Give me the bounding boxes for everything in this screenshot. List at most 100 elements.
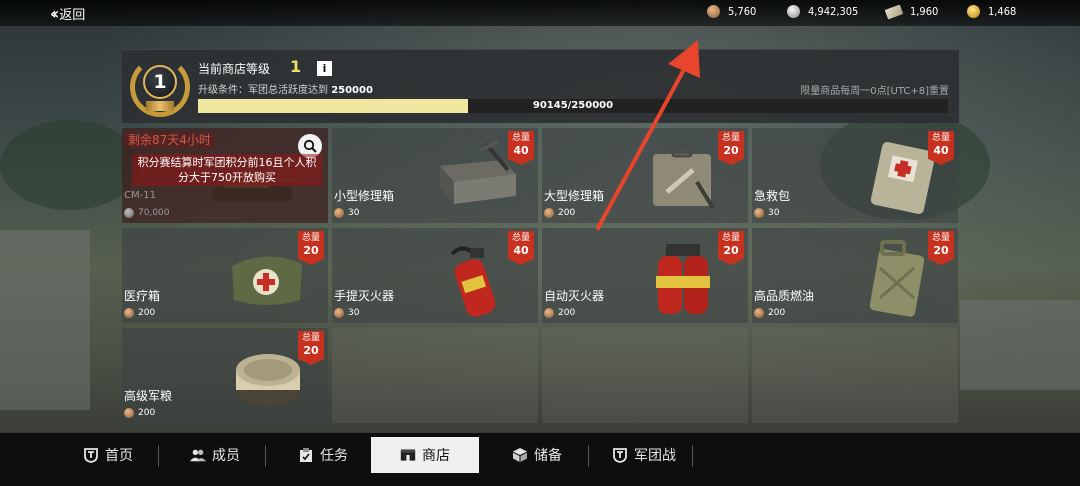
item-price: 200 [124,408,155,418]
nav-divider [588,445,589,467]
item-name: 医疗箱 [124,289,161,303]
upgrade-condition-value: 250000 [331,85,373,96]
banknote-icon [884,4,904,19]
nav-divider [692,445,693,467]
item-price-value: 200 [768,308,786,318]
nav-home[interactable]: 首页 [68,437,148,473]
bronze-coin-icon [754,208,764,218]
shop-item-premium-fuel[interactable]: 总量 20 高品质燃油 200 [752,228,958,323]
shop-item-grid: 剩余87天4小时 积分赛结算时军团积分前16且个人积分大于750开放购买 CM-… [122,128,959,423]
unlock-requirement-message: 积分赛结算时军团积分前16且个人积分大于750开放购买 [132,154,322,186]
shop-level-title: 当前商店等级 [198,62,271,76]
silver-coin-icon [787,5,800,18]
shop-item-large-repair-box[interactable]: 总量 20 大型修理箱 200 [542,128,748,223]
back-button[interactable]: ‹‹ 返回 [50,4,85,23]
shop-level-value: 1 [290,57,302,76]
background-house [960,300,1080,390]
rank-medal-icon: 1 [130,57,190,119]
item-name: 手提灭火器 [334,289,395,303]
bronze-currency: 5,760 [707,5,756,18]
tank-price: 70,000 [124,208,170,218]
box-icon [512,447,528,463]
ribbon-icon [146,101,174,111]
back-label: 返回 [59,8,86,23]
shop-item-small-repair-box[interactable]: 总量 40 小型修理箱 30 [332,128,538,223]
gold-currency-value: 1,468 [988,5,1017,18]
item-price: 200 [124,308,155,318]
nav-members[interactable]: 成员 [175,437,255,473]
home-shield-icon [83,447,99,463]
bronze-coin-icon [124,408,134,418]
limit-badge-label: 总量 [301,233,320,243]
silver-currency-value: 4,942,305 [808,5,859,18]
tank-name: CM-11 [124,190,156,201]
upgrade-condition-label: 升级条件：军团总活跃度达到 [198,85,328,96]
activity-progress-bar: 90145/250000 [198,99,948,113]
nav-tasks-label: 任务 [320,448,348,464]
bronze-coin-icon [124,308,134,318]
top-bar: ‹‹ 返回 5,760 4,942,305 1,960 1,468 [0,0,1080,26]
nav-shop[interactable]: 商店 [371,437,479,473]
limit-badge-label: 总量 [511,233,530,243]
limit-badge: 总量 40 [508,231,534,265]
nav-tasks[interactable]: 任务 [283,437,363,473]
countdown-timer: 剩余87天4小时 [124,133,215,148]
item-price-value: 200 [558,308,576,318]
item-price: 30 [334,208,359,218]
suitcase-icon [653,144,715,210]
medical-bag-icon [232,256,302,305]
item-price-value: 30 [348,208,360,218]
nav-shop-label: 商店 [422,448,450,464]
limit-badge-count: 40 [513,144,529,157]
nav-divider [265,445,266,467]
item-price-value: 200 [558,208,576,218]
silver-currency: 4,942,305 [787,5,858,18]
item-price-value: 200 [138,308,156,318]
shop-item-auto-extinguisher[interactable]: 总量 20 自动灭火器 200 [542,228,748,323]
shop-item-hand-extinguisher[interactable]: 总量 40 手提灭火器 30 [332,228,538,323]
shop-item-premium-ration[interactable]: 总量 20 高级军粮 200 [122,328,328,423]
limit-badge-count: 20 [933,244,949,257]
nav-legion-war[interactable]: 军团战 [604,437,684,473]
limit-badge: 总量 40 [508,131,534,165]
item-name: 急救包 [754,189,791,203]
limit-badge: 总量 40 [928,131,954,165]
gold-coin-icon [967,5,980,18]
nav-home-label: 首页 [105,448,133,464]
nav-reserve-label: 储备 [534,448,562,464]
item-price: 200 [544,308,575,318]
limit-badge-count: 40 [933,144,949,157]
empty-slot [332,328,538,423]
background-house [0,230,90,410]
limit-badge: 总量 20 [718,231,744,265]
legion-shield-icon [612,447,628,463]
limit-badge-count: 40 [513,244,529,257]
jerrycan-icon [869,240,925,317]
locked-tank-item[interactable]: 剩余87天4小时 积分赛结算时军团积分前16且个人积分大于750开放购买 CM-… [122,128,328,223]
limit-badge-label: 总量 [931,233,950,243]
bronze-coin-icon [544,208,554,218]
item-price: 200 [754,308,785,318]
bottom-navigation: 首页 成员 任务 商店 储备 军团战 [0,433,1080,486]
auto-extinguisher-icon [656,244,710,314]
limit-badge-count: 20 [303,244,319,257]
limit-badge-label: 总量 [301,333,320,343]
shop-icon [400,447,416,463]
banknote-currency: 1,960 [884,4,939,19]
banknote-currency-value: 1,960 [910,5,939,18]
limit-badge-count: 20 [303,344,319,357]
bronze-currency-value: 5,760 [728,5,757,18]
shop-item-first-aid-kit[interactable]: 总量 40 急救包 30 [752,128,958,223]
empty-slot [752,328,958,423]
fire-extinguisher-icon [450,246,496,317]
limit-badge-label: 总量 [511,133,530,143]
item-price: 200 [544,208,575,218]
item-name: 自动灭火器 [544,289,605,303]
medal-number: 1 [143,65,177,99]
limit-badge-label: 总量 [721,133,740,143]
nav-reserve[interactable]: 储备 [497,437,577,473]
shop-item-medical-bag[interactable]: 总量 20 医疗箱 200 [122,228,328,323]
bronze-coin-icon [334,308,344,318]
info-button[interactable]: i [317,61,332,76]
upgrade-condition: 升级条件：军团总活跃度达到 250000 [198,81,373,96]
